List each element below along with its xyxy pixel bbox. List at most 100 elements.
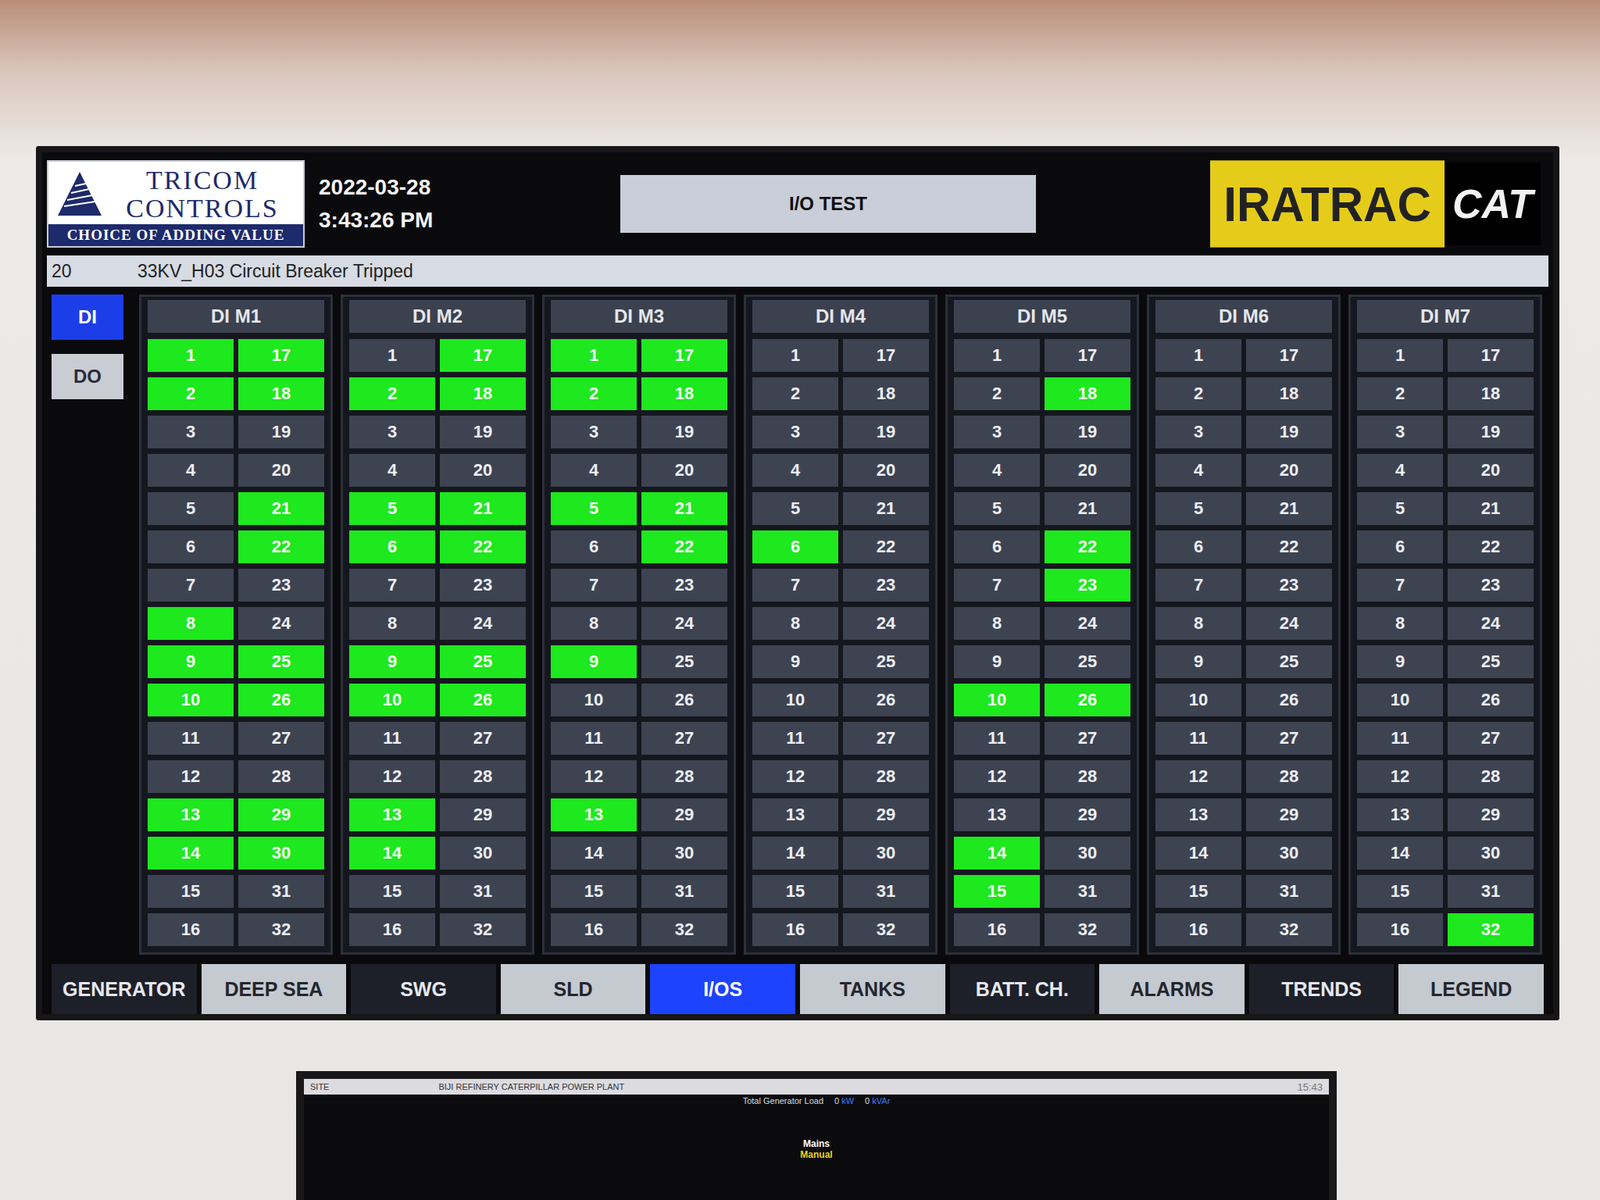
input-cell: 23 — [1246, 568, 1333, 602]
input-cell: 12 — [550, 760, 637, 793]
input-cell: 25 — [842, 645, 929, 679]
input-cell: 6 — [349, 530, 436, 564]
mode-label: Mains — [803, 1138, 830, 1150]
input-cell: 10 — [1155, 683, 1242, 717]
alarm-banner[interactable]: 2033KV_H03 Circuit Breaker Tripped — [46, 255, 1549, 287]
input-cell: 28 — [842, 760, 929, 793]
io-type-button[interactable]: DO — [51, 353, 124, 400]
input-label: 21 — [675, 498, 694, 519]
input-cell: 20 — [1044, 453, 1131, 487]
nav-tab[interactable]: LEGEND — [1398, 964, 1544, 1015]
input-label: 3 — [185, 421, 196, 443]
module-title: DI M6 — [1155, 300, 1333, 333]
input-cell: 3 — [1357, 415, 1443, 449]
input-label: 19 — [876, 421, 896, 443]
input-cell: 4 — [953, 453, 1040, 487]
input-label: 16 — [1390, 919, 1410, 940]
input-label: 8 — [992, 613, 1002, 634]
input-cell: 26 — [1447, 683, 1534, 717]
alarm-message: 33KV_H03 Circuit Breaker Tripped — [137, 260, 414, 283]
input-label: 19 — [1279, 421, 1299, 443]
alarm-number: 20 — [51, 260, 138, 283]
input-label: 13 — [1390, 804, 1410, 825]
input-label: 15 — [987, 881, 1007, 902]
input-label: 21 — [1078, 498, 1097, 519]
input-label: 11 — [382, 728, 401, 749]
input-label: 21 — [1481, 498, 1500, 519]
input-cell: 7 — [1155, 568, 1242, 602]
input-cell: 17 — [439, 339, 526, 372]
input-cell: 26 — [439, 683, 526, 717]
input-cell: 27 — [1246, 721, 1333, 755]
input-cell: 13 — [550, 798, 637, 832]
input-cell: 32 — [1246, 913, 1333, 947]
input-cell: 11 — [147, 721, 234, 755]
input-cell: 16 — [349, 913, 436, 947]
input-label: 27 — [1279, 728, 1299, 749]
nav-tab[interactable]: TRENDS — [1249, 964, 1395, 1015]
nav-tab[interactable]: ALARMS — [1099, 964, 1245, 1015]
input-cell: 15 — [1155, 875, 1242, 908]
input-label: 9 — [589, 651, 599, 672]
input-label: 25 — [1481, 651, 1500, 672]
input-cell: 4 — [147, 453, 234, 487]
nav-tab[interactable]: GENERATOR — [51, 964, 197, 1015]
nav-tab[interactable]: BATT. CH. — [950, 964, 1096, 1015]
nav-tab-label: BATT. CH. — [975, 978, 1069, 1001]
input-label: 14 — [1189, 842, 1208, 864]
input-label: 27 — [1078, 728, 1097, 749]
input-label: 9 — [387, 651, 397, 672]
input-label: 4 — [992, 460, 1002, 481]
input-cell: 31 — [1246, 875, 1333, 908]
input-cell: 3 — [953, 415, 1040, 449]
input-label: 12 — [1189, 766, 1208, 787]
input-label: 2 — [1395, 383, 1405, 404]
input-label: 24 — [1481, 613, 1500, 634]
input-cell: 1 — [953, 339, 1040, 372]
input-cell: 12 — [953, 760, 1040, 793]
input-cell: 12 — [147, 760, 234, 793]
input-label: 18 — [1279, 383, 1299, 404]
input-label: 6 — [1395, 536, 1405, 558]
nav-tab[interactable]: SWG — [350, 964, 497, 1015]
kw-unit: kW — [841, 1096, 854, 1106]
input-cell: 7 — [147, 568, 234, 602]
input-cell: 16 — [550, 913, 637, 947]
input-cell: 5 — [1357, 492, 1443, 525]
kw-value: 0 — [834, 1096, 840, 1106]
cat-logo: CAT — [1444, 162, 1541, 246]
input-label: 3 — [992, 421, 1002, 443]
nav-tab-label: TRENDS — [1281, 978, 1362, 1001]
input-label: 1 — [992, 345, 1002, 366]
input-cell: 9 — [550, 645, 637, 679]
input-label: 2 — [1193, 383, 1204, 404]
input-label: 20 — [675, 460, 694, 481]
input-label: 12 — [382, 766, 402, 787]
input-cell: 19 — [238, 415, 325, 449]
input-cell: 18 — [238, 377, 325, 411]
input-cell: 23 — [842, 568, 929, 602]
nav-tab-label: SLD — [553, 978, 593, 1001]
nav-tab[interactable]: I/OS — [650, 964, 796, 1015]
input-cell: 22 — [439, 530, 526, 564]
input-cell: 12 — [349, 760, 436, 793]
io-type-button[interactable]: DI — [51, 294, 124, 340]
input-cell: 25 — [1044, 645, 1131, 679]
input-label: 29 — [473, 804, 493, 825]
nav-tab-label: GENERATOR — [62, 978, 186, 1001]
di-module: DI M712345678910111213141516171819202122… — [1348, 294, 1543, 955]
kvar-unit: kVAr — [871, 1096, 890, 1106]
input-cell: 32 — [842, 913, 929, 947]
input-label: 14 — [382, 842, 402, 864]
input-label: 7 — [185, 575, 196, 596]
input-cell: 17 — [1246, 339, 1333, 372]
generator-load: Total Generator Load0 kW0 kVAr — [303, 1094, 1329, 1108]
input-label: 18 — [675, 383, 694, 404]
input-label: 2 — [185, 383, 196, 404]
input-cell: 18 — [439, 377, 526, 411]
nav-tab[interactable]: SLD — [500, 964, 647, 1015]
input-cell: 21 — [842, 492, 929, 525]
input-cell: 15 — [953, 875, 1040, 908]
nav-tab[interactable]: DEEP SEA — [201, 964, 347, 1015]
nav-tab[interactable]: TANKS — [800, 964, 946, 1015]
